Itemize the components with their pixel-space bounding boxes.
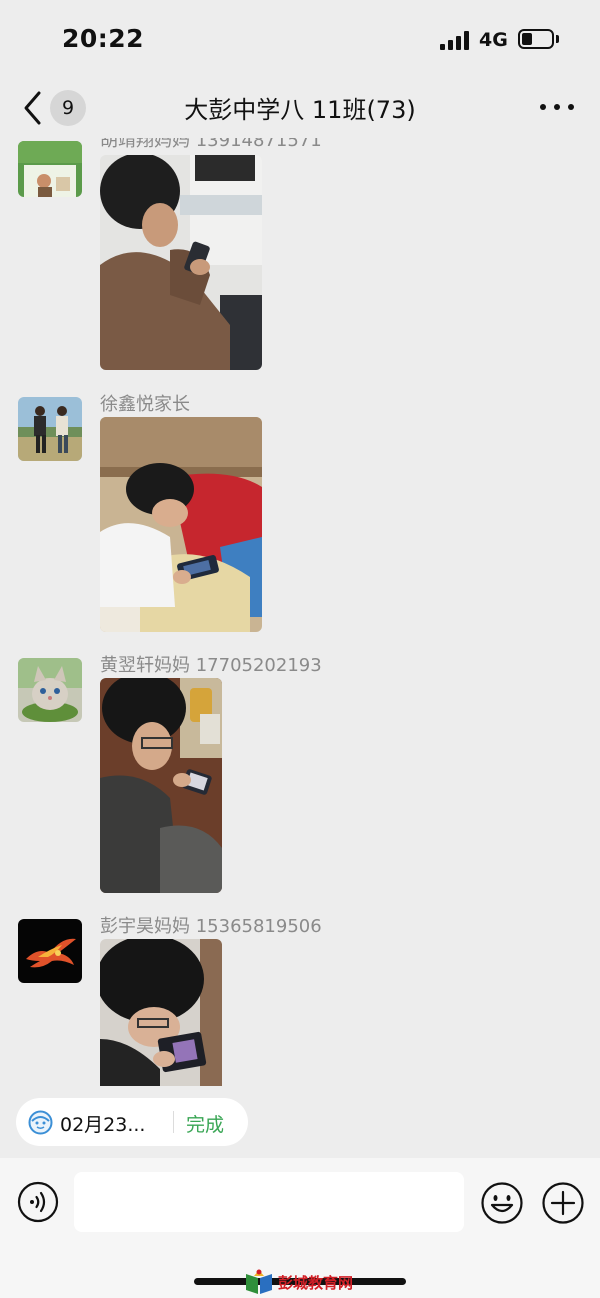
task-done-button[interactable]: 完成: [186, 1110, 224, 1137]
task-reminder-pill[interactable]: 02月23... 完成: [16, 1098, 248, 1146]
input-bar: 彭城教育网: [0, 1158, 600, 1298]
emoji-icon[interactable]: [480, 1181, 524, 1225]
task-date: 02月23...: [60, 1114, 146, 1136]
message-input[interactable]: [74, 1172, 464, 1232]
task-bar: 02月23... 完成: [0, 1086, 600, 1158]
battery-icon: [518, 29, 554, 49]
battery-cap: [556, 35, 559, 43]
sender-avatar[interactable]: [18, 919, 82, 983]
chevron-left-icon: [24, 91, 41, 125]
site-watermark: 彭城教育网: [242, 1268, 372, 1296]
sender-name: 黄翌轩妈妈 17705202193: [100, 655, 322, 676]
nav-bar: 9 大彭中学八 11班(73): [0, 78, 600, 138]
task-face-icon: [28, 1110, 53, 1135]
message-image[interactable]: [100, 155, 262, 370]
voice-icon[interactable]: [17, 1181, 59, 1223]
status-time: 20:22: [62, 24, 145, 53]
more-dots-icon: [540, 104, 546, 110]
chat-message-list[interactable]: 胡靖翔妈妈 13914871571 徐鑫悦家长 黄翌轩妈妈 1770520219…: [0, 138, 600, 1086]
watermark-text: 彭城教育网: [278, 1274, 354, 1292]
watermark-logo-icon: [246, 1269, 272, 1294]
chat-title: 大彭中学八 11班(73): [184, 96, 416, 124]
sender-name: 徐鑫悦家长: [100, 394, 190, 415]
network-type: 4G: [479, 29, 508, 51]
sender-name: 胡靖翔妈妈 13914871571: [100, 138, 322, 151]
sender-avatar[interactable]: [18, 658, 82, 722]
signal-strength-icon: [440, 30, 470, 50]
status-bar: 20:22 4G: [0, 0, 600, 78]
task-divider: [173, 1111, 174, 1133]
plus-icon[interactable]: [541, 1181, 585, 1225]
sender-avatar[interactable]: [18, 141, 82, 197]
message-image[interactable]: [100, 939, 222, 1086]
more-options-button[interactable]: [540, 102, 574, 112]
back-button[interactable]: 9: [22, 88, 88, 128]
unread-count-badge: 9: [50, 90, 86, 126]
sender-avatar[interactable]: [18, 397, 82, 461]
message-image[interactable]: [100, 678, 222, 893]
message-image[interactable]: [100, 417, 262, 632]
sender-name: 彭宇昊妈妈 15365819506: [100, 916, 322, 937]
battery-level: [522, 33, 532, 45]
